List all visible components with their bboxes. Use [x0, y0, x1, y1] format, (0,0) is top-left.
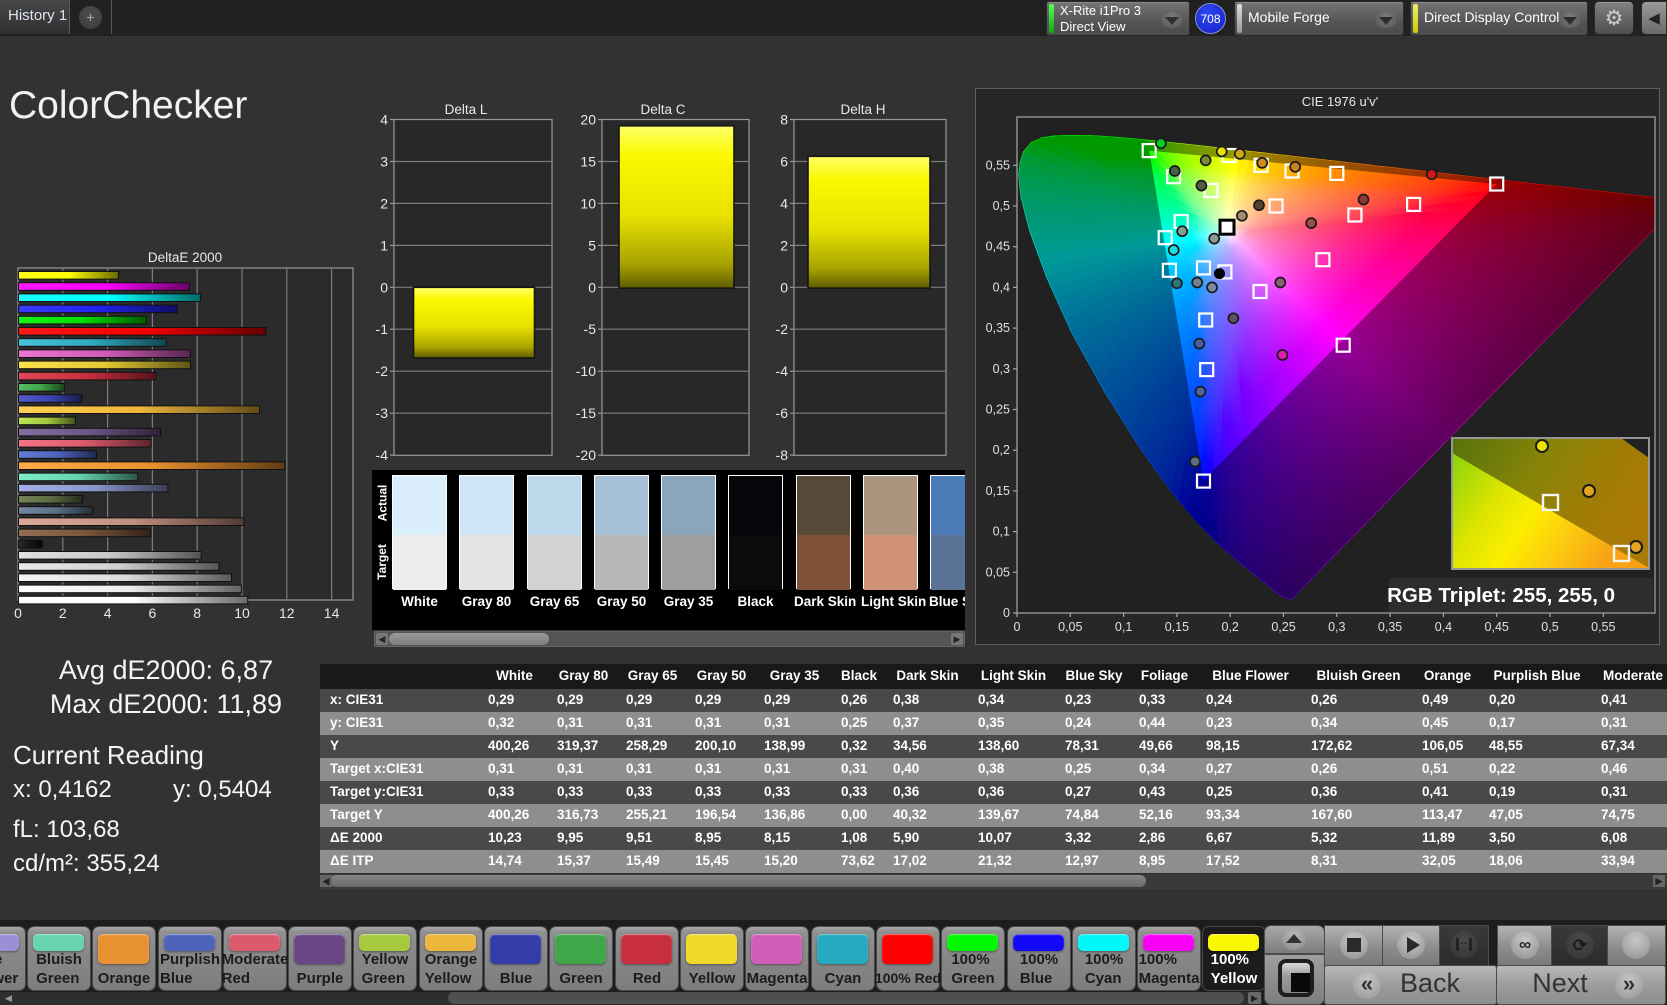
svg-text:1: 1 — [380, 237, 388, 253]
svg-text:2: 2 — [380, 195, 388, 211]
svg-text:0,25: 0,25 — [1271, 620, 1295, 634]
svg-text:5: 5 — [588, 237, 596, 253]
svg-text:0,55: 0,55 — [1591, 620, 1615, 634]
svg-text:0: 0 — [780, 279, 788, 295]
svg-text:0,4: 0,4 — [1435, 620, 1452, 634]
svg-text:0,2: 0,2 — [993, 443, 1010, 457]
svg-text:0,2: 0,2 — [1222, 620, 1239, 634]
svg-text:0,4: 0,4 — [993, 280, 1010, 294]
svg-text:10: 10 — [580, 195, 596, 211]
svg-text:0,3: 0,3 — [1328, 620, 1345, 634]
svg-text:8: 8 — [780, 112, 788, 128]
svg-text:0: 0 — [588, 279, 596, 295]
svg-text:2: 2 — [780, 237, 788, 253]
svg-text:-4: -4 — [376, 447, 389, 463]
svg-text:10: 10 — [234, 605, 250, 621]
svg-text:12: 12 — [279, 605, 295, 621]
svg-text:Delta H: Delta H — [840, 102, 885, 117]
svg-text:0,15: 0,15 — [986, 484, 1010, 498]
svg-text:0,45: 0,45 — [986, 240, 1010, 254]
svg-text:DeltaE 2000: DeltaE 2000 — [148, 250, 222, 265]
svg-text:-2: -2 — [776, 321, 789, 337]
svg-text:8: 8 — [193, 605, 201, 621]
svg-text:14: 14 — [324, 605, 340, 621]
svg-text:0,55: 0,55 — [986, 158, 1010, 172]
svg-text:-6: -6 — [776, 405, 789, 421]
svg-text:15: 15 — [580, 154, 596, 170]
svg-text:-10: -10 — [576, 363, 596, 379]
svg-text:Delta C: Delta C — [640, 102, 685, 117]
svg-text:0,05: 0,05 — [1058, 620, 1082, 634]
svg-text:3: 3 — [380, 154, 388, 170]
svg-text:2: 2 — [59, 605, 67, 621]
svg-text:0,25: 0,25 — [986, 403, 1010, 417]
svg-text:4: 4 — [380, 112, 388, 128]
svg-text:0,1: 0,1 — [993, 525, 1010, 539]
svg-text:4: 4 — [104, 605, 112, 621]
svg-text:-4: -4 — [776, 363, 789, 379]
svg-text:0,05: 0,05 — [986, 565, 1010, 579]
svg-text:0,5: 0,5 — [993, 199, 1010, 213]
svg-text:0: 0 — [1014, 620, 1021, 634]
svg-text:CIE 1976 u'v': CIE 1976 u'v' — [1302, 94, 1379, 109]
svg-text:Delta L: Delta L — [445, 102, 488, 117]
svg-text:-15: -15 — [576, 405, 596, 421]
svg-text:0,35: 0,35 — [1378, 620, 1402, 634]
svg-text:0: 0 — [380, 279, 388, 295]
svg-text:0,5: 0,5 — [1541, 620, 1558, 634]
svg-text:-20: -20 — [576, 447, 596, 463]
svg-text:0: 0 — [14, 605, 22, 621]
svg-text:20: 20 — [580, 112, 596, 128]
svg-text:RGB Triplet: 255, 255, 0: RGB Triplet: 255, 255, 0 — [1387, 584, 1615, 607]
svg-text:6: 6 — [149, 605, 157, 621]
svg-text:-5: -5 — [584, 321, 597, 337]
svg-text:0,35: 0,35 — [986, 321, 1010, 335]
svg-text:-3: -3 — [376, 405, 389, 421]
svg-text:-1: -1 — [376, 321, 389, 337]
svg-text:0: 0 — [1003, 606, 1010, 620]
svg-text:4: 4 — [780, 195, 788, 211]
svg-text:6: 6 — [780, 154, 788, 170]
svg-text:0,45: 0,45 — [1485, 620, 1509, 634]
svg-text:0,3: 0,3 — [993, 362, 1010, 376]
svg-text:-8: -8 — [776, 447, 789, 463]
svg-text:0,1: 0,1 — [1115, 620, 1132, 634]
svg-text:0,15: 0,15 — [1165, 620, 1189, 634]
svg-text:-2: -2 — [376, 363, 389, 379]
